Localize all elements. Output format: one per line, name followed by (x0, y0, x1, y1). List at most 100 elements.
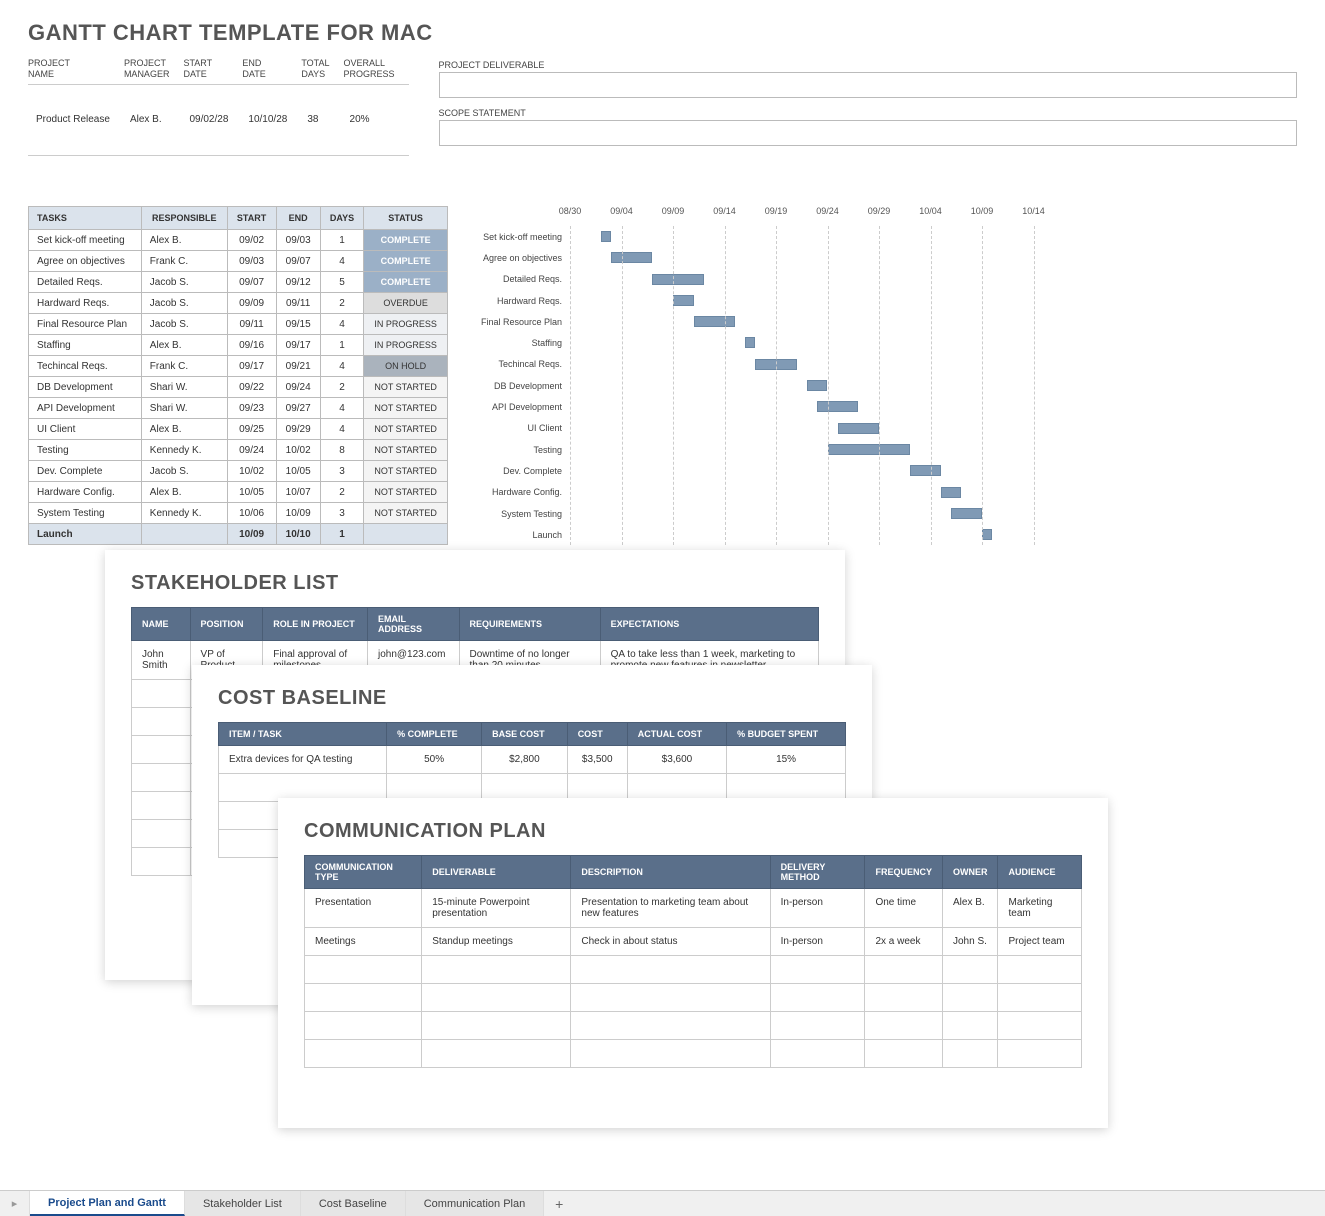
task-cell[interactable]: 09/03 (227, 251, 276, 272)
task-cell[interactable]: 09/02 (227, 230, 276, 251)
task-cell[interactable]: 10/06 (227, 503, 276, 524)
task-cell[interactable]: COMPLETE (364, 272, 448, 293)
sheet-tab[interactable]: Cost Baseline (301, 1191, 406, 1216)
task-cell[interactable]: 4 (320, 419, 363, 440)
task-cell[interactable]: OVERDUE (364, 293, 448, 314)
task-cell[interactable]: 3 (320, 461, 363, 482)
scope-input[interactable] (439, 120, 1297, 146)
task-cell[interactable]: Hardward Reqs. (29, 293, 142, 314)
table-row[interactable]: Extra devices for QA testing50%$2,800$3,… (219, 746, 846, 774)
task-row[interactable]: TestingKennedy K.09/2410/028NOT STARTED (29, 440, 448, 461)
task-cell[interactable]: 09/22 (227, 377, 276, 398)
sheet-tab[interactable]: Communication Plan (406, 1191, 545, 1216)
task-row[interactable]: DB DevelopmentShari W.09/2209/242NOT STA… (29, 377, 448, 398)
task-cell[interactable]: 5 (320, 272, 363, 293)
table-cell[interactable]: Standup meetings (422, 928, 571, 956)
task-cell[interactable]: NOT STARTED (364, 377, 448, 398)
tab-nav-prev[interactable]: ▸ (0, 1191, 30, 1216)
task-cell[interactable]: Shari W. (141, 377, 227, 398)
task-cell[interactable]: 10/09 (227, 524, 276, 545)
task-row[interactable]: Agree on objectivesFrank C.09/0309/074CO… (29, 251, 448, 272)
task-cell[interactable]: 09/12 (276, 272, 320, 293)
sheet-tab[interactable]: Stakeholder List (185, 1191, 301, 1216)
task-cell[interactable]: 1 (320, 335, 363, 356)
task-cell[interactable]: 09/29 (276, 419, 320, 440)
table-row-empty[interactable] (305, 956, 1082, 984)
task-cell[interactable]: Testing (29, 440, 142, 461)
table-row[interactable]: MeetingsStandup meetingsCheck in about s… (305, 928, 1082, 956)
task-cell[interactable]: 4 (320, 251, 363, 272)
table-cell[interactable]: $3,500 (567, 746, 627, 774)
task-cell[interactable]: Final Resource Plan (29, 314, 142, 335)
task-cell[interactable]: 09/16 (227, 335, 276, 356)
task-cell[interactable]: 10/02 (227, 461, 276, 482)
table-cell[interactable]: Marketing team (998, 889, 1082, 928)
task-cell[interactable] (141, 524, 227, 545)
task-cell[interactable]: 10/09 (276, 503, 320, 524)
task-row[interactable]: StaffingAlex B.09/1609/171IN PROGRESS (29, 335, 448, 356)
table-cell[interactable]: Project team (998, 928, 1082, 956)
task-cell[interactable]: Kennedy K. (141, 503, 227, 524)
task-cell[interactable]: Staffing (29, 335, 142, 356)
task-cell[interactable]: 09/17 (227, 356, 276, 377)
task-cell[interactable]: Alex B. (141, 482, 227, 503)
info-cell[interactable]: 09/02/28 (183, 84, 242, 155)
task-cell[interactable]: NOT STARTED (364, 503, 448, 524)
task-cell[interactable]: Dev. Complete (29, 461, 142, 482)
table-row-empty[interactable] (305, 1012, 1082, 1040)
task-row[interactable]: UI ClientAlex B.09/2509/294NOT STARTED (29, 419, 448, 440)
task-cell[interactable]: NOT STARTED (364, 461, 448, 482)
task-cell[interactable]: Frank C. (141, 251, 227, 272)
task-cell[interactable]: 09/24 (276, 377, 320, 398)
task-cell[interactable]: 1 (320, 524, 363, 545)
task-row[interactable]: Hardward Reqs.Jacob S.09/0909/112OVERDUE (29, 293, 448, 314)
task-cell[interactable]: Alex B. (141, 335, 227, 356)
table-cell[interactable]: John Smith (132, 641, 191, 680)
info-cell[interactable]: Product Release (28, 84, 124, 155)
task-cell[interactable]: COMPLETE (364, 251, 448, 272)
task-cell[interactable]: Alex B. (141, 419, 227, 440)
table-cell[interactable]: John S. (942, 928, 998, 956)
task-cell[interactable]: NOT STARTED (364, 482, 448, 503)
table-cell[interactable]: $3,600 (627, 746, 726, 774)
table-row[interactable]: Presentation15-minute Powerpoint present… (305, 889, 1082, 928)
task-cell[interactable]: 10/05 (276, 461, 320, 482)
task-row[interactable]: Final Resource PlanJacob S.09/1109/154IN… (29, 314, 448, 335)
task-cell[interactable]: 09/24 (227, 440, 276, 461)
task-cell[interactable]: Jacob S. (141, 461, 227, 482)
info-cell[interactable]: Alex B. (124, 84, 184, 155)
tab-add-button[interactable]: + (544, 1191, 574, 1216)
task-cell[interactable]: 2 (320, 482, 363, 503)
task-cell[interactable]: 09/09 (227, 293, 276, 314)
table-cell[interactable]: Extra devices for QA testing (219, 746, 387, 774)
task-cell[interactable]: 10/05 (227, 482, 276, 503)
task-cell[interactable]: Techincal Reqs. (29, 356, 142, 377)
table-cell[interactable]: Check in about status (571, 928, 770, 956)
task-cell[interactable]: 4 (320, 356, 363, 377)
table-cell[interactable]: 15-minute Powerpoint presentation (422, 889, 571, 928)
task-cell[interactable]: 4 (320, 398, 363, 419)
task-cell[interactable]: Hardware Config. (29, 482, 142, 503)
task-cell[interactable]: 09/21 (276, 356, 320, 377)
table-cell[interactable]: 15% (727, 746, 846, 774)
task-cell[interactable]: Launch (29, 524, 142, 545)
task-cell[interactable]: UI Client (29, 419, 142, 440)
info-cell[interactable]: 20% (344, 84, 409, 155)
task-cell[interactable]: 4 (320, 314, 363, 335)
task-cell[interactable]: 09/11 (227, 314, 276, 335)
task-cell[interactable]: Alex B. (141, 230, 227, 251)
task-cell[interactable]: 10/07 (276, 482, 320, 503)
table-cell[interactable]: Presentation (305, 889, 422, 928)
task-row[interactable]: API DevelopmentShari W.09/2309/274NOT ST… (29, 398, 448, 419)
task-cell[interactable]: 09/25 (227, 419, 276, 440)
task-cell[interactable]: 09/11 (276, 293, 320, 314)
deliverable-input[interactable] (439, 72, 1297, 98)
task-cell[interactable]: DB Development (29, 377, 142, 398)
table-cell[interactable]: In-person (770, 928, 865, 956)
task-row[interactable]: Launch10/0910/101 (29, 524, 448, 545)
task-cell[interactable]: IN PROGRESS (364, 335, 448, 356)
task-cell[interactable]: Agree on objectives (29, 251, 142, 272)
task-cell[interactable]: 09/03 (276, 230, 320, 251)
table-cell[interactable]: 2x a week (865, 928, 943, 956)
task-cell[interactable]: 10/02 (276, 440, 320, 461)
